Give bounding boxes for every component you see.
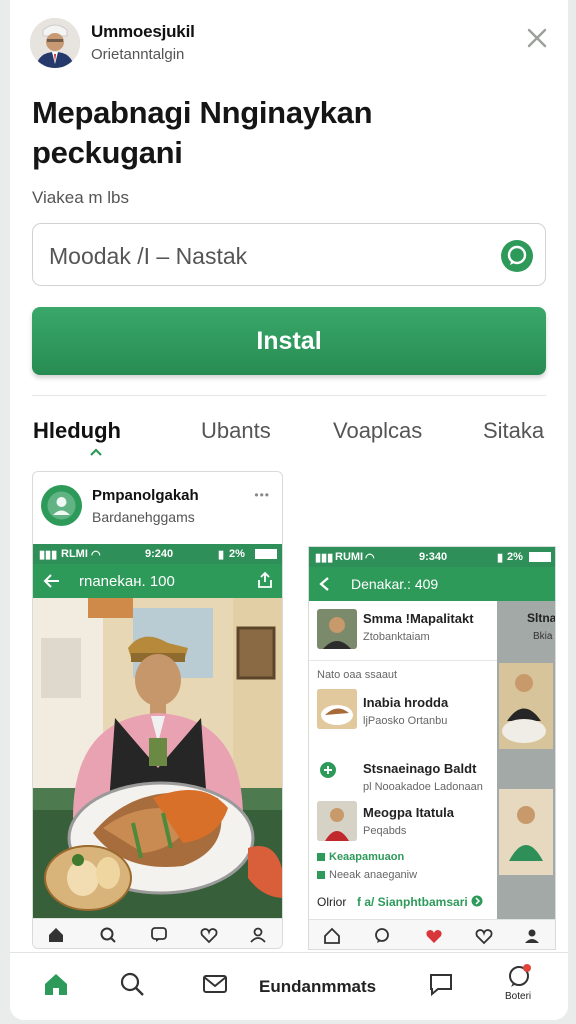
preview-card[interactable]: Pmpanolgakah Bardanehggams ••• ▮▮▮ RLMI … [32, 471, 283, 949]
tab-sitaka[interactable]: Sitaka [483, 418, 544, 444]
notification-chat-icon[interactable] [506, 963, 532, 989]
section-label: Nato oaa ssaaut [317, 669, 398, 681]
search-input[interactable]: Moodak /I – Nastak [32, 223, 546, 286]
battery-icon [255, 549, 277, 559]
card-title: Pmpanolgakah [92, 487, 199, 504]
tab-bar: Hledugh Ubants Voaplcas Sitaka [32, 414, 546, 456]
phone-nav-bar [33, 918, 282, 948]
home-icon[interactable] [47, 926, 65, 944]
side-preview: Sltna Bkia [497, 601, 555, 919]
footer-link[interactable]: f a/ Sianphtbamsari [357, 895, 468, 909]
divider [32, 395, 546, 396]
phone-app-title: Denakar.: 409 [351, 576, 439, 592]
side-photos [499, 663, 553, 875]
chevron-up-icon [90, 448, 102, 456]
more-icon[interactable]: ••• [254, 488, 270, 502]
chat-icon[interactable] [150, 926, 168, 944]
green-note: Neeak anaeganiw [329, 869, 418, 881]
avatar [30, 18, 80, 68]
battery-icon [529, 552, 551, 562]
phone-app-bar: rnanekaн. 100 [33, 564, 282, 598]
thumbnail [317, 609, 357, 649]
green-bullet [317, 853, 325, 861]
phone-app-bar: Denakar.: 409 [309, 567, 555, 601]
green-link[interactable]: Keaapamuaon [329, 851, 404, 863]
search-icon[interactable] [119, 971, 145, 997]
card-subtitle: Bardanehggams [92, 509, 195, 525]
bottom-nav: Eundanmmats Boteri [10, 952, 568, 1020]
add-circle-icon[interactable] [319, 761, 337, 779]
list-item[interactable]: Meogpa Itatula Peqabds [309, 799, 497, 851]
back-arrow-icon[interactable] [43, 572, 61, 590]
chat-icon[interactable] [373, 927, 391, 945]
phone-status-bar: ▮▮▮ RUMI ◠ 9:340 ▮ 2% [309, 547, 555, 567]
app-name: Ummoesjukil [91, 22, 195, 41]
phone-nav-bar [309, 919, 555, 949]
install-button[interactable]: Instal [32, 307, 546, 375]
heart-filled-icon[interactable] [425, 927, 443, 945]
list-item[interactable]: Stsnaeinago Baldt pl Nooakadoe Ladonaan [309, 753, 497, 799]
wifi-icon: ◠ [91, 549, 101, 561]
search-icon[interactable] [99, 926, 117, 944]
back-chevron-icon[interactable] [317, 575, 333, 593]
list-item[interactable]: Inabia hrodda ljPaosko Ortanbu [309, 685, 497, 737]
heart-icon[interactable] [475, 927, 493, 945]
profile-icon[interactable] [523, 927, 541, 945]
food-photo [33, 598, 282, 918]
message-icon[interactable] [428, 971, 454, 997]
page-title: Mepabnagi Nnginaykan peckugani [32, 95, 373, 170]
thumbnail [317, 689, 357, 729]
close-icon[interactable] [526, 27, 548, 49]
thumbnail [317, 801, 357, 841]
profile-icon[interactable] [249, 926, 267, 944]
app-subtitle: Orietanntalgin [91, 46, 185, 63]
mail-icon[interactable] [202, 971, 228, 997]
heart-icon[interactable] [200, 926, 218, 944]
tab-hledugh[interactable]: Hledugh [33, 418, 121, 444]
green-bullet [317, 871, 325, 879]
home-icon[interactable] [43, 971, 69, 997]
phone-app-title: rnanekaн. 100 [79, 573, 175, 590]
preview-screenshot[interactable]: ▮▮▮ RUMI ◠ 9:340 ▮ 2% Denakar.: 409 Smma… [308, 546, 556, 950]
share-icon[interactable] [256, 571, 274, 589]
list-item[interactable]: Smma !Mapalitakt Ztobanktaiam [309, 601, 497, 661]
bottom-nav-small-label[interactable]: Boteri [505, 991, 531, 1002]
home-icon[interactable] [323, 927, 341, 945]
chevron-right-icon[interactable] [471, 895, 483, 907]
tab-ubants[interactable]: Ubants [201, 418, 271, 444]
page-subtitle: Viakea m lbs [32, 188, 130, 207]
footer-label: Olrior [317, 895, 347, 909]
search-value: Moodak /I – Nastak [49, 243, 248, 269]
chat-search-icon[interactable] [501, 240, 533, 272]
app-header: Ummoesjukil Orietanntalgin [30, 18, 550, 68]
wifi-icon: ◠ [365, 552, 375, 564]
app-install-sheet: Ummoesjukil Orietanntalgin Mepabnagi Nng… [10, 0, 568, 1020]
bottom-nav-label[interactable]: Eundanmmats [259, 977, 376, 997]
tab-voaplcas[interactable]: Voaplcas [333, 418, 422, 444]
app-logo-icon [41, 485, 82, 526]
phone-status-bar: ▮▮▮ RLMI ◠ 9:240 ▮ 2% [33, 544, 282, 564]
